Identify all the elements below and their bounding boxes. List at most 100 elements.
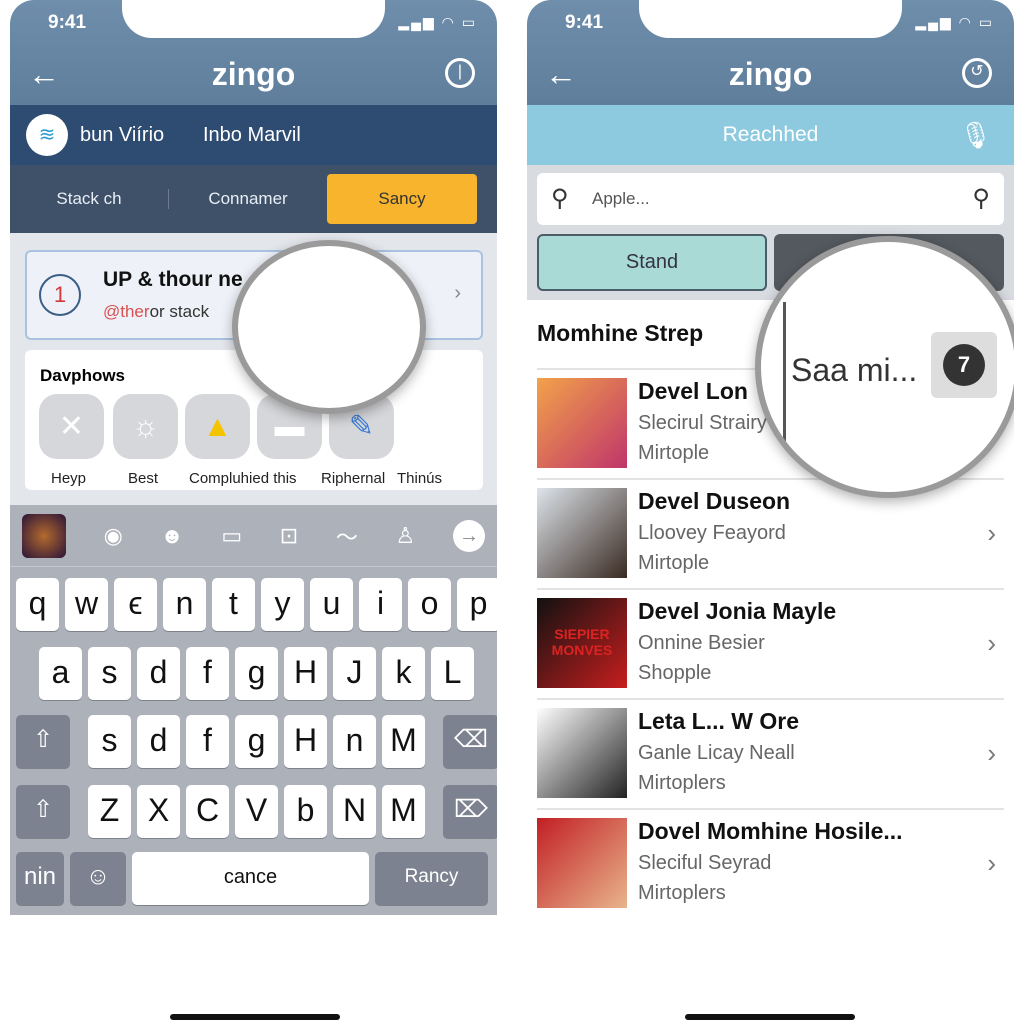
- app-title: zingo: [728, 56, 813, 92]
- key[interactable]: C: [186, 785, 229, 838]
- notch: [122, 0, 385, 38]
- key[interactable]: H: [284, 647, 327, 700]
- key[interactable]: u: [310, 578, 353, 631]
- key[interactable]: p: [457, 578, 497, 631]
- key[interactable]: b: [284, 785, 327, 838]
- key[interactable]: V: [235, 785, 278, 838]
- section-title: Momhine Strep: [537, 320, 704, 346]
- microphone-icon[interactable]: 🎙: [959, 115, 992, 155]
- keyboard-toolbar: ◉ ☻ ▭ ⊡ 〜 ♙ →: [10, 505, 497, 567]
- item-subtitle: Onnine Besier: [638, 632, 765, 654]
- return-key[interactable]: Rancy: [375, 852, 488, 905]
- key[interactable]: y: [261, 578, 304, 631]
- item-subtitle: Sleciful Seyrad: [638, 852, 772, 874]
- key[interactable]: q: [16, 578, 59, 631]
- key[interactable]: H: [284, 715, 327, 768]
- app-label: Compluhied this: [189, 470, 297, 487]
- app-label: Best: [128, 470, 159, 487]
- card-title: UP & thour ne: [103, 268, 243, 291]
- shift-key-2[interactable]: ⇧: [16, 785, 70, 838]
- app-heyp-icon[interactable]: ✕: [39, 394, 104, 459]
- key[interactable]: k: [382, 647, 425, 700]
- magnifier-lens: [232, 240, 426, 414]
- refresh-icon[interactable]: ↺: [962, 58, 992, 88]
- app-best-icon[interactable]: ☼: [113, 394, 178, 459]
- app-title: zingo: [211, 56, 296, 92]
- status-time: 9:41: [48, 12, 87, 33]
- status-bar-label: Reachhed 🎙: [527, 105, 1014, 165]
- sticker-icon[interactable]: ☻: [161, 523, 184, 549]
- key[interactable]: n: [163, 578, 206, 631]
- magnified-button[interactable]: 7: [931, 332, 997, 398]
- key[interactable]: t: [212, 578, 255, 631]
- shift-key[interactable]: ⇧: [16, 715, 70, 768]
- inbox-link[interactable]: Inbo Marvil: [203, 124, 301, 147]
- album-art: [537, 818, 627, 908]
- badge-icon: 7: [943, 344, 985, 386]
- tab-bar: Stack ch Connamer Sancy: [10, 165, 497, 233]
- search-submit-icon[interactable]: ⚲: [972, 173, 990, 225]
- list-item[interactable]: Leta L... W Ore Ganle Licay Neall Mirtop…: [537, 698, 1004, 808]
- search-input[interactable]: ⚲ Apple... ⚲: [537, 173, 1004, 225]
- header: 9:41 ▂▄▆ ◠ ▭ ← zingo |: [10, 0, 497, 105]
- key[interactable]: X: [137, 785, 180, 838]
- key[interactable]: s: [88, 647, 131, 700]
- account-bar: ≋ bun Viírio Inbo Marvil: [10, 105, 497, 165]
- key[interactable]: d: [137, 647, 180, 700]
- list-item[interactable]: Devel Duseon Lloovey Feayord Mirtople ›: [537, 478, 1004, 588]
- item-title: Devel Duseon: [638, 488, 791, 514]
- mention: @ther: [103, 302, 150, 321]
- key[interactable]: o: [408, 578, 451, 631]
- tab-stack[interactable]: Stack ch: [10, 189, 169, 209]
- key[interactable]: w: [65, 578, 108, 631]
- key[interactable]: f: [186, 647, 229, 700]
- apps-heading: Davphows: [40, 366, 126, 385]
- key[interactable]: g: [235, 715, 278, 768]
- backspace-key[interactable]: ⌫: [443, 715, 497, 768]
- card-subtitle: @theror stack: [103, 302, 209, 322]
- emoji-key[interactable]: ☺: [70, 852, 126, 905]
- header: 9:41 ▂▄▆ ◠ ▭ ← zingo ↺: [527, 0, 1014, 105]
- app-label: Thinús: [397, 470, 443, 487]
- search-placeholder: Apple...: [592, 189, 650, 208]
- key[interactable]: M: [382, 785, 425, 838]
- mode-key[interactable]: nin: [16, 852, 64, 905]
- key[interactable]: d: [137, 715, 180, 768]
- list-item[interactable]: Dovel Momhine Hosile... Sleciful Seyrad …: [537, 808, 1004, 918]
- briefcase-icon[interactable]: ⊡: [280, 523, 298, 549]
- key[interactable]: J: [333, 647, 376, 700]
- card-subtitle-text: or stack: [149, 302, 210, 321]
- chevron-right-icon: ›: [454, 282, 461, 304]
- item-meta: Shopple: [638, 662, 712, 684]
- delete-key[interactable]: ⌦: [443, 785, 497, 838]
- contact-icon[interactable]: ◉: [104, 523, 123, 549]
- key[interactable]: L: [431, 647, 474, 700]
- key[interactable]: n: [333, 715, 376, 768]
- go-arrow-icon[interactable]: →: [452, 519, 485, 552]
- list-item[interactable]: SIEPIER MONVES Devel Jonia Mayle Onnine …: [537, 588, 1004, 698]
- key[interactable]: a: [39, 647, 82, 700]
- space-key[interactable]: cance: [132, 852, 369, 905]
- key[interactable]: M: [382, 715, 425, 768]
- key[interactable]: g: [235, 647, 278, 700]
- app-compluhied-icon[interactable]: ▲: [185, 394, 250, 459]
- key[interactable]: s: [88, 715, 131, 768]
- logo-label: bun Viírio: [80, 124, 165, 146]
- key[interactable]: f: [186, 715, 229, 768]
- keyboard: ◉ ☻ ▭ ⊡ 〜 ♙ → qwϵntyuiop asdfgHJkL ⇧ sdf…: [10, 505, 497, 915]
- microphone-icon[interactable]: ♙: [396, 523, 416, 549]
- scribble-icon[interactable]: 〜: [336, 520, 358, 552]
- key[interactable]: ϵ: [114, 578, 157, 631]
- stand-button[interactable]: Stand: [537, 234, 767, 291]
- app-thumbnail[interactable]: [22, 513, 66, 558]
- tab-connamer[interactable]: Connamer: [169, 189, 327, 209]
- tab-sancy[interactable]: Sancy: [327, 174, 477, 224]
- key[interactable]: i: [359, 578, 402, 631]
- key[interactable]: N: [333, 785, 376, 838]
- status-icons: ▂▄▆ ◠ ▭: [398, 14, 477, 30]
- album-art: [537, 708, 627, 798]
- power-icon[interactable]: |: [445, 58, 475, 88]
- card-icon[interactable]: ▭: [221, 523, 242, 549]
- item-meta: Mirtoplers: [638, 772, 726, 794]
- key[interactable]: Z: [88, 785, 131, 838]
